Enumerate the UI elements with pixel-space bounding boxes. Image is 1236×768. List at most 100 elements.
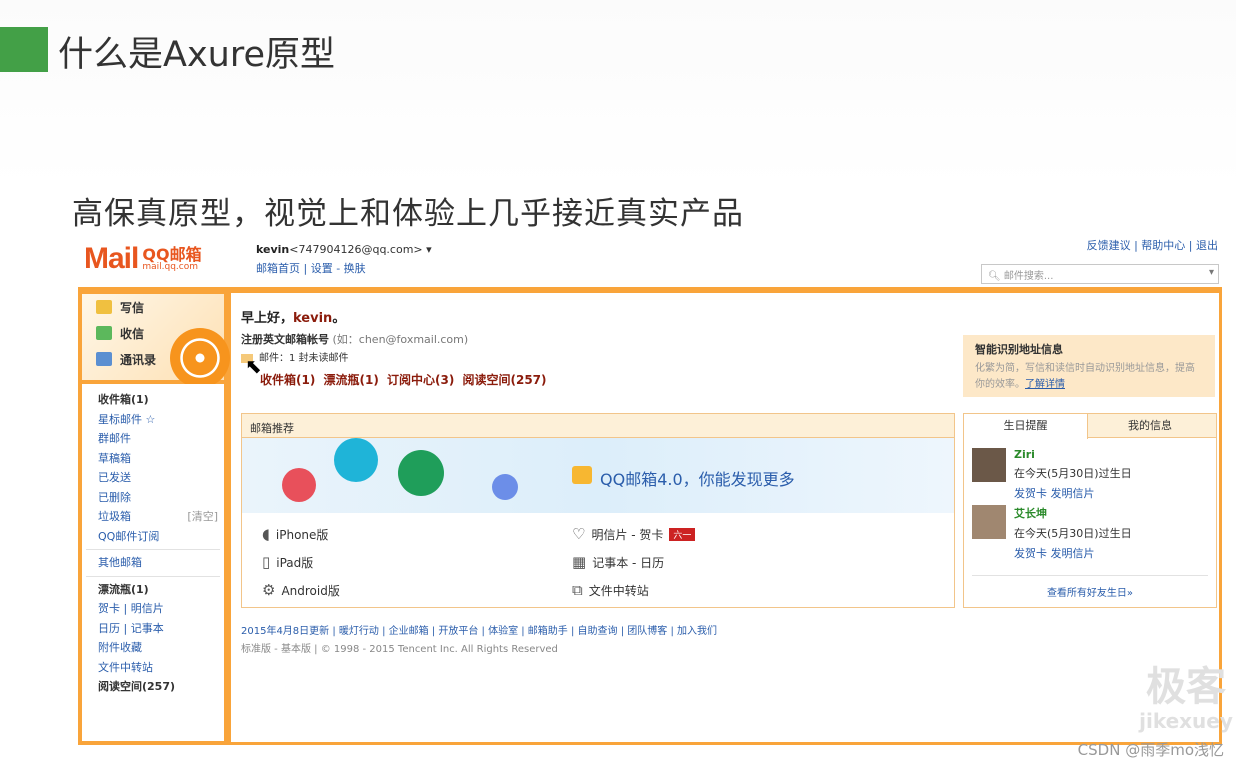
- app-ipad[interactable]: ▯ iPad版: [262, 553, 313, 571]
- banner-text: QQ邮箱4.0，你能发现更多: [600, 470, 795, 489]
- folder-deleted[interactable]: 已删除: [98, 488, 224, 508]
- app-android[interactable]: ⚙ Android版: [262, 581, 340, 599]
- tab-my-info[interactable]: 我的信息: [1088, 414, 1212, 437]
- heart-icon: ♡: [572, 525, 586, 543]
- qq-mail-icon: [572, 466, 592, 484]
- app-notebook[interactable]: ▦ 记事本 - 日历: [572, 553, 664, 571]
- folder-list: 收件箱(1) 星标邮件 ☆ 群邮件 草稿箱 已发送 已删除 垃圾箱 [清空] QQ…: [82, 384, 224, 741]
- search-icon: 🔍︎: [988, 271, 1004, 282]
- person-date: 在今天(5月30日)过生日: [1014, 467, 1132, 480]
- divider: [86, 575, 220, 577]
- register-hint: (如：chen@foxmail.com): [332, 333, 469, 346]
- greeting-suffix: 。: [332, 311, 346, 326]
- contacts-icon: [96, 352, 112, 366]
- attachment-bubble-icon: [492, 474, 518, 500]
- person-actions[interactable]: 发贺卡 发明信片: [1014, 485, 1132, 501]
- android-icon: ⚙: [262, 581, 276, 599]
- smart-title: 智能识别地址信息: [975, 343, 1063, 356]
- app-notebook-label: 记事本 - 日历: [592, 555, 665, 570]
- folder-drafts[interactable]: 草稿箱: [98, 449, 224, 469]
- calendar-bubble-icon: [282, 468, 316, 502]
- view-all-birthdays-link[interactable]: 查看所有好友生日»: [972, 575, 1208, 599]
- birthday-person: 艾长坤在今天(5月30日)过生日 发贺卡 发明信片: [972, 505, 1132, 561]
- app-links: ◖ iPhone版 ♡ 明信片 - 贺卡 六一 ▯ iPad版 ▦ 记事本 - 日历 ⚙ A…: [242, 513, 954, 599]
- birthday-panel: 生日提醒 我的信息 Ziri 在今天(5月30日)过生日 发贺卡 发明信片 艾长坤在…: [963, 413, 1217, 608]
- rec-title: 邮箱推荐: [242, 414, 954, 438]
- folder-spam-label: 垃圾箱: [98, 510, 131, 523]
- folder-spam[interactable]: 垃圾箱 [清空]: [98, 507, 224, 527]
- qq-mail-screenshot: Mail QQ邮箱 mail.qq.com kevin<747904126@qq…: [78, 235, 1222, 745]
- user-email[interactable]: <747904126@qq.com> ▾: [289, 243, 431, 256]
- app-postcard-label: 明信片 - 贺卡: [591, 527, 664, 542]
- smart-learn-more-link[interactable]: 了解详情: [1025, 379, 1065, 390]
- app-postcard[interactable]: ♡ 明信片 - 贺卡 六一: [572, 525, 696, 543]
- receive-label: 收信: [120, 326, 145, 341]
- folder-starred[interactable]: 星标邮件 ☆: [98, 410, 224, 430]
- orange-decoration: [170, 328, 230, 388]
- tab-birthday[interactable]: 生日提醒: [964, 414, 1088, 439]
- unread-text: 邮件：1 封未读邮件: [259, 353, 349, 364]
- folder-subscriptions[interactable]: QQ邮件订阅: [98, 527, 224, 547]
- top-links[interactable]: 反馈建议 | 帮助中心 | 退出: [1087, 237, 1218, 253]
- quick-actions: 写信 收信 通讯录: [82, 294, 230, 388]
- sidebar: 写信 收信 通讯录 收件箱(1) 星标邮件 ☆ 群邮件 草稿箱 已发送 已删除 …: [78, 290, 230, 745]
- mailbox-counts[interactable]: 收件箱(1) 漂流瓶(1) 订阅中心(3) 阅读空间(257): [260, 371, 547, 388]
- chevron-down-icon[interactable]: ▾: [1209, 267, 1214, 278]
- avatar[interactable]: [972, 448, 1006, 482]
- folder-cards[interactable]: 贺卡 | 明信片: [98, 599, 224, 619]
- folder-reading-space[interactable]: 阅读空间(257): [98, 677, 224, 697]
- folder-inbox[interactable]: 收件箱(1): [98, 390, 224, 410]
- folder-sent[interactable]: 已发送: [98, 468, 224, 488]
- register-alias: 注册英文邮箱帐号 (如：chen@foxmail.com): [241, 331, 468, 347]
- folder-file-transfer[interactable]: 文件中转站: [98, 658, 224, 678]
- compose-button[interactable]: 写信: [82, 294, 224, 320]
- clear-spam-button[interactable]: [清空]: [187, 507, 218, 527]
- footer-copyright: 标准版 - 基本版 | © 1998 - 2015 Tencent Inc. A…: [241, 644, 558, 655]
- phone-bubble-icon: [398, 450, 444, 496]
- mail-search-input[interactable]: 🔍︎ 邮件搜索... ▾: [981, 264, 1219, 284]
- bird-bubble-icon: [334, 438, 378, 482]
- user-links[interactable]: 邮箱首页 | 设置 - 换肤: [256, 260, 432, 276]
- app-iphone-label: iPhone版: [275, 527, 329, 542]
- greeting: 早上好，kevin。: [241, 307, 345, 326]
- title-accent-bar: [0, 27, 48, 72]
- inbox-icon: [96, 326, 112, 340]
- calendar-icon: ▦: [572, 553, 587, 571]
- app-iphone[interactable]: ◖ iPhone版: [262, 525, 328, 543]
- person-actions[interactable]: 发贺卡 发明信片: [1014, 545, 1132, 561]
- divider: [86, 549, 220, 550]
- jikexueyuan-watermark: 极客 jikexuey: [1136, 665, 1236, 733]
- mailbox-recommend-panel: 邮箱推荐 QQ邮箱4.0，你能发现更多 ◖ iPhone版 ♡ 明信片 - 贺卡 六一…: [241, 413, 955, 608]
- logo-text: Mail: [84, 242, 139, 275]
- folder-other-mailboxes[interactable]: 其他邮箱: [98, 553, 224, 573]
- person-date: 在今天(5月30日)过生日: [1014, 527, 1132, 540]
- watermark-brand: 极客: [1146, 664, 1226, 710]
- contacts-label: 通讯录: [120, 352, 157, 367]
- slide-subtitle: 高保真原型，视觉上和体验上几乎接近真实产品: [72, 196, 744, 232]
- footer-links[interactable]: 2015年4月8日更新 | 暖灯行动 | 企业邮箱 | 开放平台 | 体验室 |…: [241, 623, 717, 641]
- slide-title: 什么是Axure原型: [58, 35, 335, 75]
- qq-mail-logo[interactable]: Mail QQ邮箱 mail.qq.com: [84, 241, 202, 277]
- register-link[interactable]: 注册英文邮箱帐号: [241, 333, 329, 346]
- folder-group[interactable]: 群邮件: [98, 429, 224, 449]
- app-android-label: Android版: [281, 583, 340, 598]
- compose-label: 写信: [120, 300, 145, 315]
- mail-footer: 2015年4月8日更新 | 暖灯行动 | 企业邮箱 | 开放平台 | 体验室 |…: [241, 623, 717, 659]
- promo-banner[interactable]: QQ邮箱4.0，你能发现更多: [242, 438, 954, 513]
- person-name[interactable]: Ziri: [1014, 448, 1132, 461]
- watermark-sub: jikexuey: [1139, 709, 1233, 733]
- app-file-transfer[interactable]: ⧉ 文件中转站: [572, 581, 649, 599]
- new-badge: 六一: [669, 527, 696, 541]
- person-name[interactable]: 艾长坤: [1014, 505, 1132, 521]
- logo-url: mail.qq.com: [142, 261, 199, 272]
- tablet-icon: ▯: [262, 553, 271, 571]
- greeting-prefix: 早上好，: [241, 311, 294, 326]
- search-placeholder: 邮件搜索...: [1003, 271, 1054, 282]
- avatar[interactable]: [972, 505, 1006, 539]
- logo-cn: QQ邮箱: [142, 244, 202, 264]
- main-panel: 早上好，kevin。 注册英文邮箱帐号 (如：chen@foxmail.com)…: [231, 293, 1219, 742]
- app-ipad-label: iPad版: [276, 555, 314, 570]
- folder-drift-bottle[interactable]: 漂流瓶(1): [98, 580, 224, 600]
- folder-attachments[interactable]: 附件收藏: [98, 638, 224, 658]
- folder-calendar[interactable]: 日历 | 记事本: [98, 619, 224, 639]
